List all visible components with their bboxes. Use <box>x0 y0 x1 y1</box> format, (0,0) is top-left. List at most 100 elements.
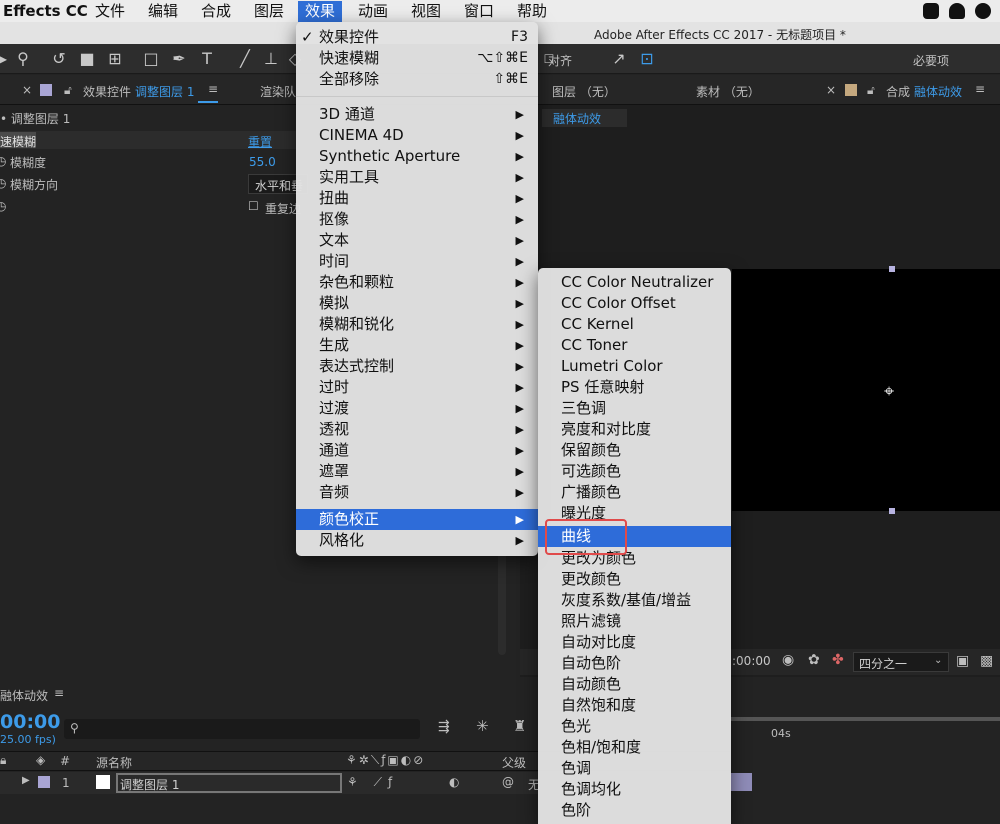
menu-composition[interactable]: 合成 <box>194 1 238 22</box>
submenu-item-ps-arbitrary-map[interactable]: PS 任意映射 <box>538 377 731 398</box>
submenu-item-change-color[interactable]: 更改颜色 <box>538 569 731 590</box>
menu-item-time[interactable]: 时间 ▶ <box>296 251 538 272</box>
menu-item-channel[interactable]: 通道 ▶ <box>296 440 538 461</box>
submenu-item-cc-toner[interactable]: CC Toner <box>538 335 731 356</box>
effect-controls-tab-layer[interactable]: 调整图层 1 <box>135 83 194 100</box>
color-channels-icon[interactable]: ✤ <box>832 652 844 668</box>
pen-tool-icon[interactable]: ✒ <box>170 50 188 68</box>
work-area-bar[interactable] <box>730 717 1000 721</box>
menu-item-matte[interactable]: 遮罩 ▶ <box>296 461 538 482</box>
menu-item-transition[interactable]: 过渡 ▶ <box>296 398 538 419</box>
timeline-search-input[interactable] <box>64 719 420 739</box>
menu-item-text[interactable]: 文本 ▶ <box>296 230 538 251</box>
menu-window[interactable]: 窗口 <box>457 1 501 22</box>
timeline-comp-tab[interactable]: 融体动效 <box>0 687 48 704</box>
menu-item-effect-controls[interactable]: ✓ 效果控件 F3 <box>296 27 538 48</box>
comp-tab-name[interactable]: 融体动效 <box>914 83 962 100</box>
clone-stamp-tool-icon[interactable]: ⊥ <box>262 50 280 68</box>
status-app-icon[interactable] <box>923 3 939 19</box>
submenu-item-broadcast-colors[interactable]: 广播颜色 <box>538 482 731 503</box>
zoom-tool-icon[interactable]: ⚲ <box>14 50 32 68</box>
menu-item-generate[interactable]: 生成 ▶ <box>296 335 538 356</box>
layer-viewer-tab[interactable]: 图层 （无） <box>552 83 616 100</box>
menu-item-simulation[interactable]: 模拟 ▶ <box>296 293 538 314</box>
adjustment-layer-icon[interactable]: ◐ <box>449 775 459 789</box>
menu-animation[interactable]: 动画 <box>351 1 395 22</box>
menu-item-noise-grain[interactable]: 杂色和颗粒 ▶ <box>296 272 538 293</box>
submenu-item-brightness-contrast[interactable]: 亮度和对比度 <box>538 419 731 440</box>
layer-label-swatch[interactable] <box>38 776 50 788</box>
menu-item-3d-channel[interactable]: 3D 通道 ▶ <box>296 104 538 125</box>
menu-item-stylize[interactable]: 风格化 ▶ <box>296 530 538 551</box>
layer-handle[interactable] <box>889 266 895 272</box>
column-source-name[interactable]: 源名称 <box>96 754 132 771</box>
show-snapshot-icon[interactable]: ✿ <box>808 652 820 668</box>
comp-flowchart-icon[interactable]: ⇶ <box>438 719 450 735</box>
layer-switches[interactable]: ⚘ ⟋ƒ <box>347 775 398 790</box>
submenu-item-colorama[interactable]: 色光 <box>538 716 731 737</box>
anchor-point-icon[interactable]: ⌖ <box>884 381 894 402</box>
repeat-edge-checkbox[interactable]: ☐ <box>248 199 259 213</box>
snapshot-icon[interactable]: ◉ <box>782 652 794 668</box>
menu-item-audio[interactable]: 音频 ▶ <box>296 482 538 503</box>
text-tool-icon[interactable]: T <box>198 50 216 68</box>
pick-whip-icon[interactable]: @ <box>502 775 514 789</box>
panel-menu-icon[interactable]: ≡ <box>208 82 218 96</box>
qq-icon[interactable] <box>949 3 965 19</box>
viewer-timecode[interactable]: :00:00 <box>732 654 771 668</box>
rotate-tool-icon[interactable]: ↺ <box>50 50 68 68</box>
brush-tool-icon[interactable]: ╱ <box>236 50 254 68</box>
comp-tab-label[interactable]: 合成 <box>886 83 910 100</box>
timeline-timecode[interactable]: 00:00 <box>0 711 60 733</box>
expand-triangle-icon[interactable]: ▶ <box>22 775 30 786</box>
submenu-item-auto-levels[interactable]: 自动色阶 <box>538 653 731 674</box>
menu-item-cinema-4d[interactable]: CINEMA 4D ▶ <box>296 125 538 146</box>
footage-viewer-tab[interactable]: 素材 （无） <box>696 83 760 100</box>
submenu-item-gamma-pedestal-gain[interactable]: 灰度系数/基值/增益 <box>538 590 731 611</box>
submenu-item-selective-color[interactable]: 可选颜色 <box>538 461 731 482</box>
lock-icon[interactable]: 🔓︎ <box>64 83 72 98</box>
menu-edit[interactable]: 编辑 <box>141 1 185 22</box>
region-of-interest-icon[interactable]: ▣ <box>956 653 969 669</box>
submenu-item-lumetri-color[interactable]: Lumetri Color <box>538 356 731 377</box>
menu-layer[interactable]: 图层 <box>247 1 291 22</box>
layer-duration-bar[interactable] <box>730 773 752 791</box>
submenu-item-tritone[interactable]: 三色调 <box>538 398 731 419</box>
menu-item-fast-blur[interactable]: 快速模糊 ⌥⇧⌘E <box>296 48 538 69</box>
menu-item-expression-controls[interactable]: 表达式控制 ▶ <box>296 356 538 377</box>
menu-item-distort[interactable]: 扭曲 ▶ <box>296 188 538 209</box>
wechat-icon[interactable] <box>975 3 991 19</box>
stopwatch-icon[interactable]: ◷ <box>0 154 6 168</box>
snap-grid-icon[interactable]: ⊡ <box>638 50 656 68</box>
menu-file[interactable]: 文件 <box>88 1 132 22</box>
submenu-item-cc-kernel[interactable]: CC Kernel <box>538 314 731 335</box>
menu-item-synthetic-aperture[interactable]: Synthetic Aperture ▶ <box>296 146 538 167</box>
menu-item-blur-sharpen[interactable]: 模糊和锐化 ▶ <box>296 314 538 335</box>
submenu-item-leave-color[interactable]: 保留颜色 <box>538 440 731 461</box>
menu-help[interactable]: 帮助 <box>510 1 554 22</box>
submenu-item-cc-color-offset[interactable]: CC Color Offset <box>538 293 731 314</box>
menu-item-obsolete[interactable]: 过时 ▶ <box>296 377 538 398</box>
menu-item-perspective[interactable]: 透视 ▶ <box>296 419 538 440</box>
close-tab-icon[interactable]: × <box>826 83 836 97</box>
submenu-item-levels[interactable]: 色阶 <box>538 800 731 821</box>
menu-item-color-correction[interactable]: 颜色校正 ▶ <box>296 509 538 530</box>
submenu-item-tint[interactable]: 色调 <box>538 758 731 779</box>
menu-item-keying[interactable]: 抠像 ▶ <box>296 209 538 230</box>
camera-tool-icon[interactable]: ■ <box>78 50 96 68</box>
submenu-item-auto-contrast[interactable]: 自动对比度 <box>538 632 731 653</box>
panel-menu-icon[interactable]: ≡ <box>54 686 64 700</box>
param-value-blurriness[interactable]: 55.0 <box>249 155 276 169</box>
app-name-menu[interactable]: Effects CC <box>0 1 95 22</box>
transparency-grid-icon[interactable]: ▩ <box>980 653 993 669</box>
shy-layers-icon[interactable]: ♜ <box>513 717 526 735</box>
menu-item-remove-all[interactable]: 全部移除 ⇧⌘E <box>296 69 538 90</box>
composition-canvas[interactable] <box>732 269 1000 511</box>
submenu-item-photo-filter[interactable]: 照片滤镜 <box>538 611 731 632</box>
menu-effect[interactable]: 效果 <box>298 1 343 22</box>
close-tab-icon[interactable]: × <box>22 83 32 97</box>
pan-behind-tool-icon[interactable]: ⊞ <box>106 50 124 68</box>
submenu-item-cc-color-neutralizer[interactable]: CC Color Neutralizer <box>538 272 731 293</box>
submenu-item-vibrance[interactable]: 自然饱和度 <box>538 695 731 716</box>
effect-controls-tab-label[interactable]: 效果控件 <box>83 83 131 100</box>
